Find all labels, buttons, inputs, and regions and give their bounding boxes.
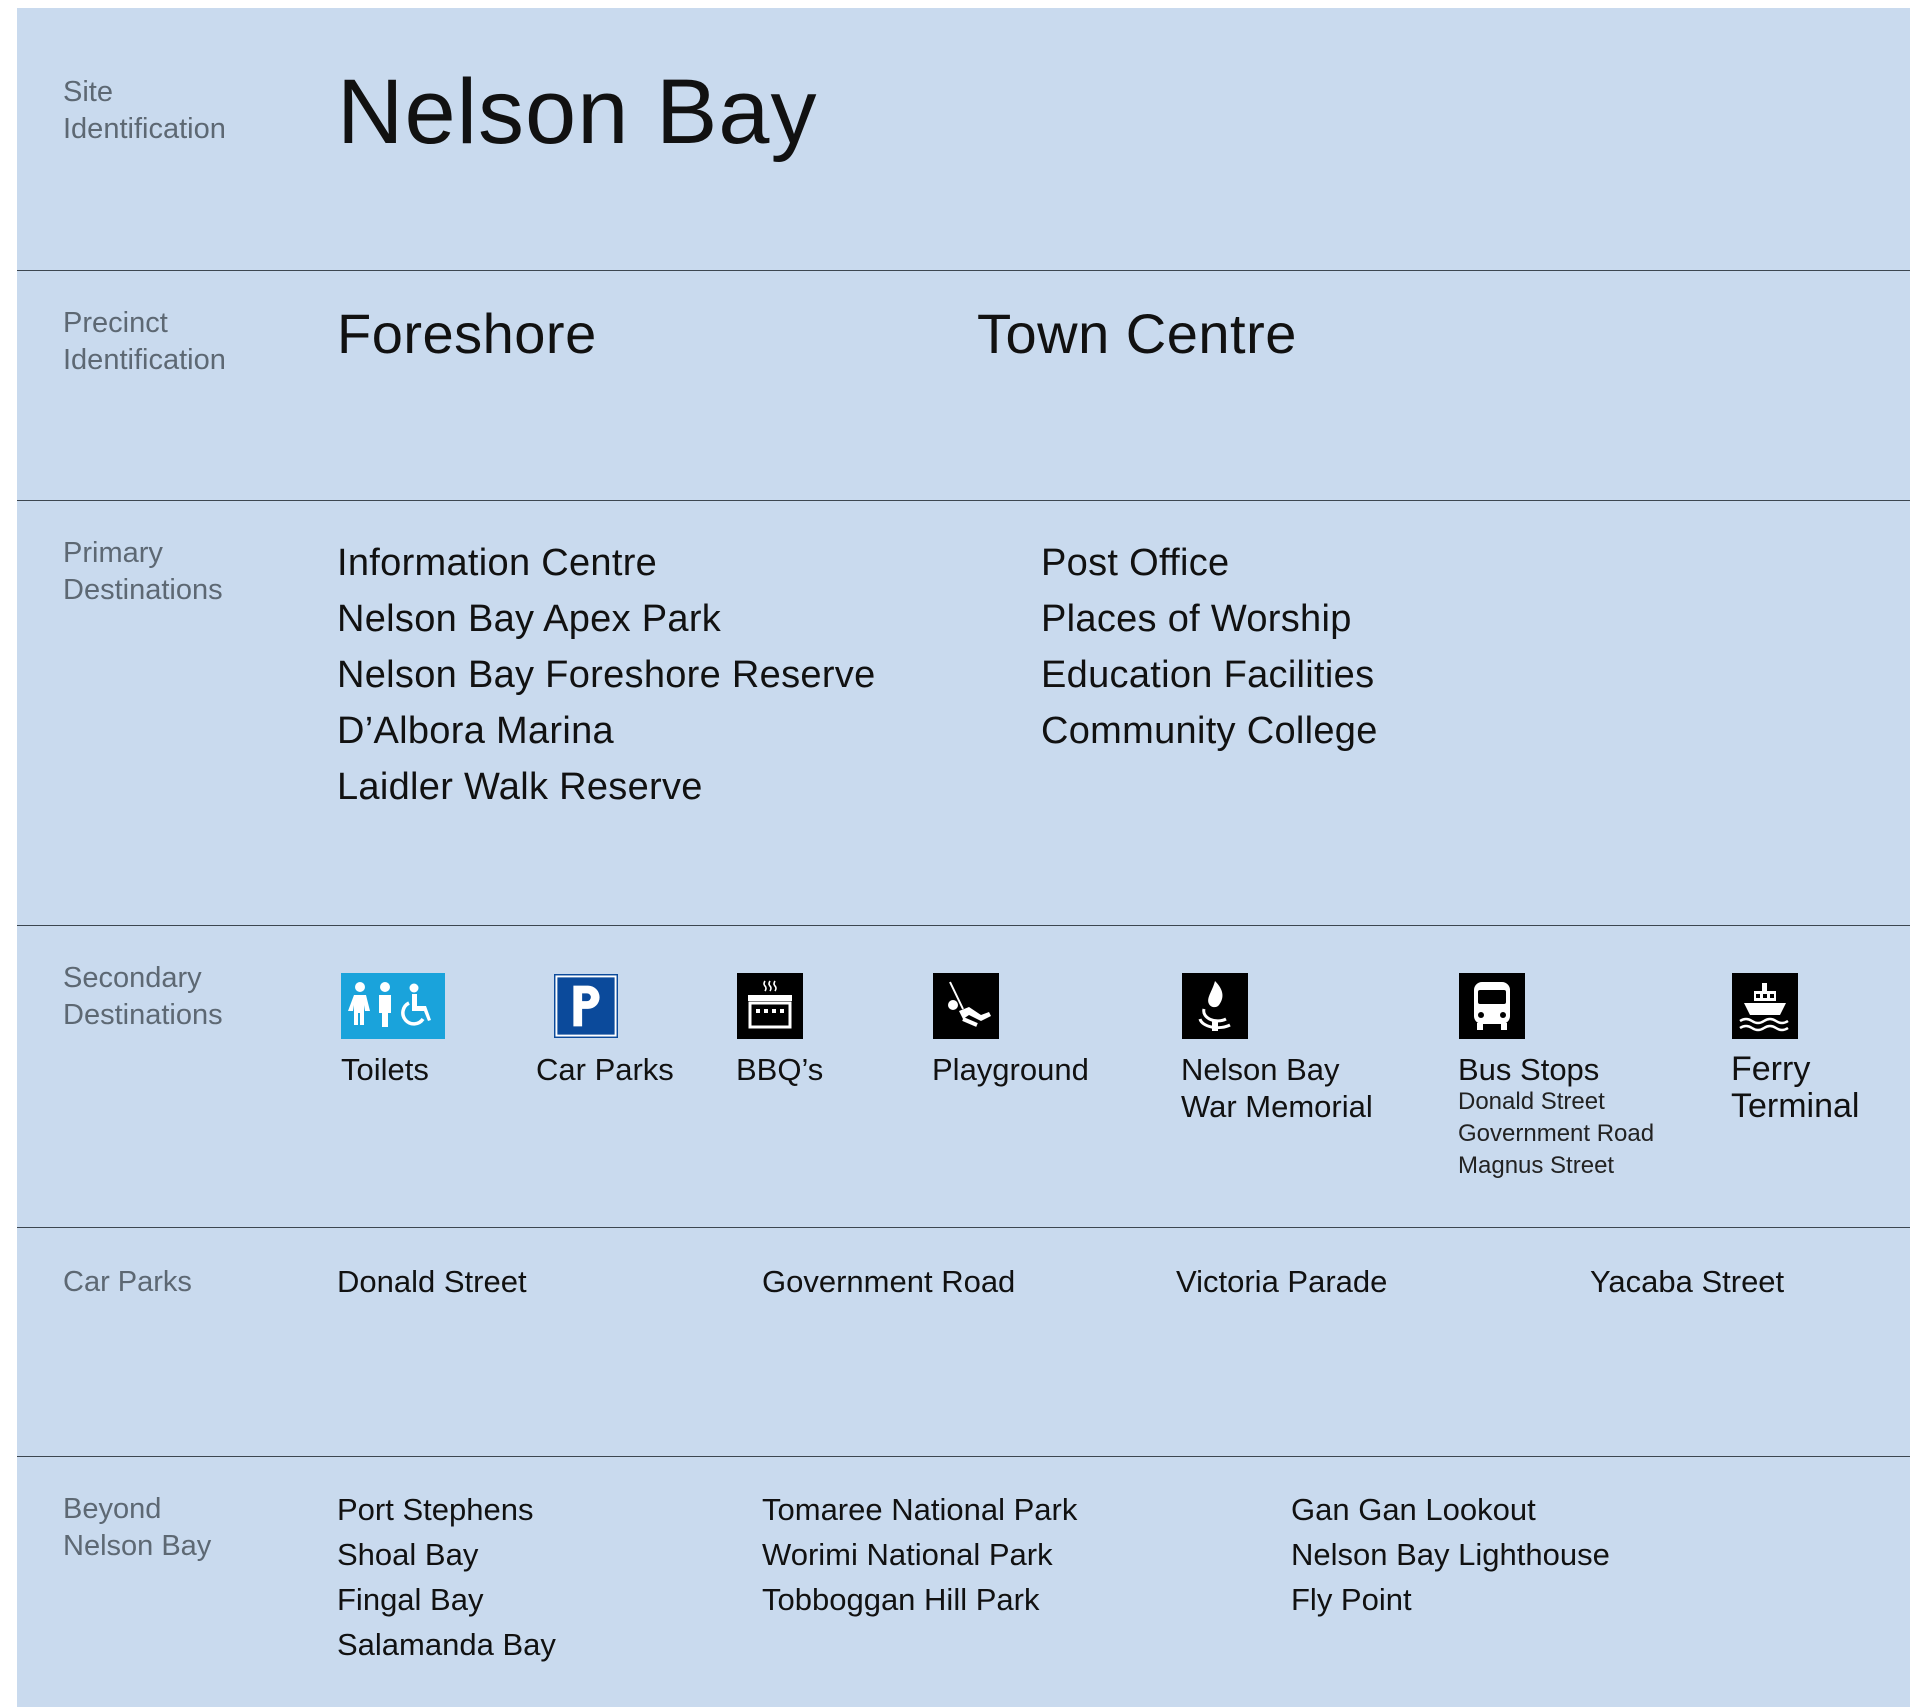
list-item: Laidler Walk Reserve [337, 766, 703, 808]
list-item: Gan Gan Lookout [1291, 1492, 1536, 1527]
list-item: Tobboggan Hill Park [762, 1582, 1040, 1617]
list-item: Port Stephens [337, 1492, 534, 1527]
secondary-item-bbq: BBQ’s [736, 973, 846, 1093]
car-parks-row: Car Parks Donald Street Government Road … [17, 1228, 1910, 1457]
label-line: Beyond [63, 1493, 162, 1525]
list-item: Information Centre [337, 542, 658, 584]
row-label: Precinct Identification [63, 305, 226, 379]
list-item: Salamanda Bay [337, 1627, 556, 1662]
label-line: Nelson Bay [1181, 1052, 1340, 1087]
precinct-identification-row: Precinct Identification Foreshore Town C… [17, 271, 1910, 501]
list-item: Nelson Bay Foreshore Reserve [337, 654, 876, 696]
secondary-item-label: Car Parks [536, 1052, 674, 1087]
list-item: Fly Point [1291, 1582, 1412, 1617]
secondary-destinations-row: Secondary Destinations Toilets Car Parks… [17, 926, 1910, 1228]
parking-icon [554, 974, 618, 1038]
list-item: Fingal Bay [337, 1582, 484, 1617]
list-item: D’Albora Marina [337, 710, 614, 752]
label-line: Identification [63, 344, 226, 376]
list-item: Community College [1041, 710, 1378, 752]
label-line: Terminal [1731, 1087, 1860, 1125]
label-line: Precinct [63, 307, 168, 339]
row-label: Primary Destinations [63, 535, 223, 609]
label-line: War Memorial [1181, 1089, 1373, 1124]
primary-list-foreshore: Information Centre Nelson Bay Apex Park … [337, 535, 876, 815]
list-item: Shoal Bay [337, 1537, 479, 1572]
label-line: Destinations [63, 999, 223, 1031]
beyond-list-1: Port Stephens Shoal Bay Fingal Bay Salam… [337, 1487, 556, 1667]
list-item: Tomaree National Park [762, 1492, 1078, 1527]
list-item: Worimi National Park [762, 1537, 1053, 1572]
bus-stop-item: Government Road [1458, 1120, 1655, 1147]
bus-icon [1459, 973, 1525, 1039]
secondary-item-bus-stops: Bus Stops Donald Street Government Road … [1458, 973, 1698, 1193]
playground-icon [933, 973, 999, 1039]
list-item: Places of Worship [1041, 598, 1352, 640]
ferry-icon [1732, 973, 1798, 1039]
beyond-list-3: Gan Gan Lookout Nelson Bay Lighthouse Fl… [1291, 1487, 1610, 1622]
toilets-icon [341, 973, 445, 1039]
row-label: Beyond Nelson Bay [63, 1491, 211, 1565]
signage-hierarchy-sheet: Site Identification Nelson Bay Precinct … [17, 8, 1910, 1707]
precinct-town-centre: Town Centre [977, 302, 1297, 365]
site-title: Nelson Bay [337, 61, 818, 163]
secondary-item-car-parks: Car Parks [536, 973, 696, 1093]
secondary-item-label: Ferry Terminal [1731, 1051, 1859, 1125]
beyond-nelson-bay-row: Beyond Nelson Bay Port Stephens Shoal Ba… [17, 1457, 1910, 1707]
label-line: Destinations [63, 574, 223, 606]
row-label: Site Identification [63, 74, 226, 148]
list-item: Nelson Bay Lighthouse [1291, 1537, 1610, 1572]
secondary-item-ferry-terminal: Ferry Terminal [1731, 973, 1891, 1125]
secondary-item-label: Playground [932, 1052, 1089, 1087]
list-item: Post Office [1041, 542, 1230, 584]
primary-list-town-centre: Post Office Places of Worship Education … [1041, 535, 1378, 759]
car-park-item: Victoria Parade [1176, 1264, 1388, 1299]
label-line: Site [63, 76, 113, 108]
secondary-item-label: BBQ’s [736, 1052, 824, 1087]
label-line: Secondary [63, 962, 202, 994]
label-line: Nelson Bay [63, 1530, 212, 1562]
secondary-item-toilets: Toilets [341, 973, 481, 1093]
label-line: Identification [63, 113, 226, 145]
label-line: Primary [63, 537, 163, 569]
car-park-item: Yacaba Street [1590, 1264, 1785, 1299]
beyond-list-2: Tomaree National Park Worimi National Pa… [762, 1487, 1077, 1622]
precinct-foreshore: Foreshore [337, 302, 597, 365]
secondary-item-playground: Playground [932, 973, 1112, 1093]
primary-destinations-row: Primary Destinations Information Centre … [17, 501, 1910, 926]
bus-stop-item: Magnus Street [1458, 1152, 1615, 1179]
car-park-item: Government Road [762, 1264, 1016, 1299]
car-park-item: Donald Street [337, 1264, 527, 1299]
bbq-icon [737, 973, 803, 1039]
row-label: Car Parks [63, 1266, 192, 1298]
list-item: Education Facilities [1041, 654, 1375, 696]
war-memorial-icon [1182, 973, 1248, 1039]
secondary-item-label: Toilets [341, 1052, 429, 1087]
secondary-item-label: Nelson Bay War Memorial [1181, 1051, 1373, 1125]
secondary-item-war-memorial: Nelson Bay War Memorial [1181, 973, 1401, 1124]
label-line: Ferry [1731, 1050, 1811, 1088]
site-identification-row: Site Identification Nelson Bay [17, 8, 1910, 271]
bus-stop-item: Donald Street [1458, 1088, 1605, 1115]
list-item: Nelson Bay Apex Park [337, 598, 722, 640]
row-label: Secondary Destinations [63, 960, 223, 1034]
secondary-item-label: Bus Stops [1458, 1052, 1600, 1087]
